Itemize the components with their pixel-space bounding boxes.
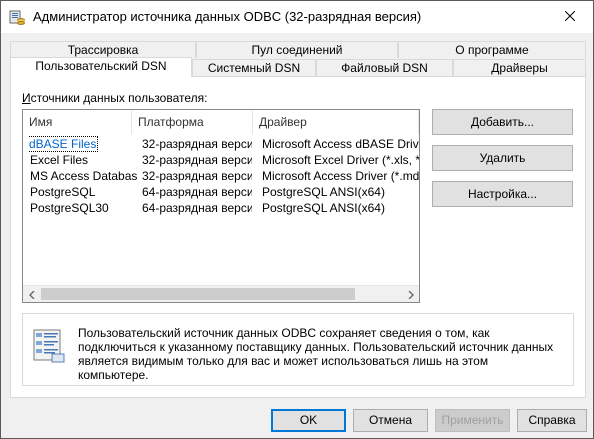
list-item-name: Excel Files: [30, 153, 89, 167]
odbc-app-icon: [9, 9, 25, 25]
list-item[interactable]: PostgreSQL30 64-разрядная версия Postgre…: [23, 200, 419, 216]
list-item-driver: Microsoft Access dBASE Driver (*.: [262, 137, 419, 151]
column-header-driver[interactable]: Драйвер: [253, 110, 419, 134]
button-label: Справка: [528, 413, 576, 427]
list-item-name: MS Access Database: [30, 169, 138, 183]
list-item-driver: PostgreSQL ANSI(x64): [262, 185, 385, 199]
tab-about[interactable]: О программе: [398, 41, 586, 58]
label-hotkey: И: [22, 91, 31, 105]
list-item-name: dBASE Files: [28, 136, 99, 152]
button-label: Применить: [441, 413, 504, 427]
list-header: Имя Платформа Драйвер: [23, 110, 419, 134]
chevron-left-icon: [28, 288, 35, 302]
tab-label: О программе: [455, 43, 529, 57]
list-item[interactable]: MS Access Database 32-разрядная версия M…: [23, 168, 419, 184]
close-icon: [564, 10, 576, 24]
tab-label: Системный DSN: [207, 61, 301, 75]
list-item-platform: 64-разрядная версия: [142, 201, 252, 215]
list-item-platform: 32-разрядная версия: [142, 137, 252, 151]
button-label: Отмена: [368, 413, 413, 427]
remove-button[interactable]: Удалить: [432, 145, 573, 171]
button-label: Удалить: [479, 151, 526, 165]
list-item[interactable]: PostgreSQL 64-разрядная версия PostgreSQ…: [23, 184, 419, 200]
odbc-admin-window: Администратор источника данных ODBC (32-…: [0, 0, 594, 439]
list-item[interactable]: dBASE Files 32-разрядная версия Microsof…: [23, 136, 419, 152]
tab-user-dsn[interactable]: Пользовательский DSN: [10, 57, 192, 77]
list-item-driver: Microsoft Excel Driver (*.xls, *.xlsx: [262, 153, 419, 167]
user-data-sources-label: Источники данных пользователя:: [22, 91, 207, 105]
label-rest: сточники данных пользователя:: [30, 91, 208, 105]
tab-connection-pooling[interactable]: Пул соединений: [196, 41, 398, 58]
tab-label: Пул соединений: [251, 43, 343, 57]
info-box: Пользовательский источник данных ODBC со…: [22, 313, 574, 386]
window-title: Администратор источника данных ODBC (32-…: [33, 9, 422, 24]
list-item-platform: 64-разрядная версия: [142, 185, 252, 199]
list-item-platform: 32-разрядная версия: [142, 153, 252, 167]
horizontal-scrollbar[interactable]: [23, 285, 419, 302]
column-label: Платформа: [138, 115, 204, 129]
chevron-right-icon: [408, 288, 414, 302]
data-source-icon: [32, 328, 66, 364]
help-button[interactable]: Справка: [517, 409, 587, 432]
tab-label: Драйверы: [491, 61, 548, 75]
title-bar[interactable]: Администратор источника данных ODBC (32-…: [1, 1, 593, 33]
list-item-driver: Microsoft Access Driver (*.mdb, *.: [262, 169, 419, 183]
apply-button[interactable]: Применить: [435, 409, 510, 432]
column-label: Имя: [29, 115, 53, 129]
ok-button[interactable]: OK: [271, 409, 346, 432]
scroll-right-button[interactable]: [402, 286, 419, 302]
column-header-platform[interactable]: Платформа: [132, 110, 253, 134]
configure-button[interactable]: Настройка...: [432, 181, 573, 207]
scroll-left-button[interactable]: [23, 286, 40, 302]
tab-label: Файловый DSN: [341, 61, 428, 75]
column-header-name[interactable]: Имя: [23, 110, 132, 134]
tab-tracing[interactable]: Трассировка: [10, 41, 196, 58]
tab-label: Пользовательский DSN: [35, 59, 167, 73]
data-sources-list[interactable]: Имя Платформа Драйвер dBASE Files 32-раз…: [22, 109, 420, 303]
list-item-platform: 32-разрядная версия: [142, 169, 252, 183]
button-label: Настройка...: [467, 187, 538, 201]
column-label: Драйвер: [259, 115, 307, 129]
add-button[interactable]: Добавить...: [432, 109, 573, 135]
info-description: Пользовательский источник данных ODBC со…: [78, 326, 554, 382]
list-item-name: PostgreSQL30: [30, 201, 109, 215]
button-label: Добавить...: [470, 115, 535, 129]
cancel-button[interactable]: Отмена: [353, 409, 428, 432]
list-item-name: PostgreSQL: [30, 185, 96, 199]
scrollbar-thumb[interactable]: [41, 288, 355, 300]
tab-label: Трассировка: [67, 43, 139, 57]
list-item-driver: PostgreSQL ANSI(x64): [262, 201, 385, 215]
list-item[interactable]: Excel Files 32-разрядная версия Microsof…: [23, 152, 419, 168]
button-label: OK: [299, 413, 318, 427]
close-button[interactable]: [547, 1, 593, 33]
